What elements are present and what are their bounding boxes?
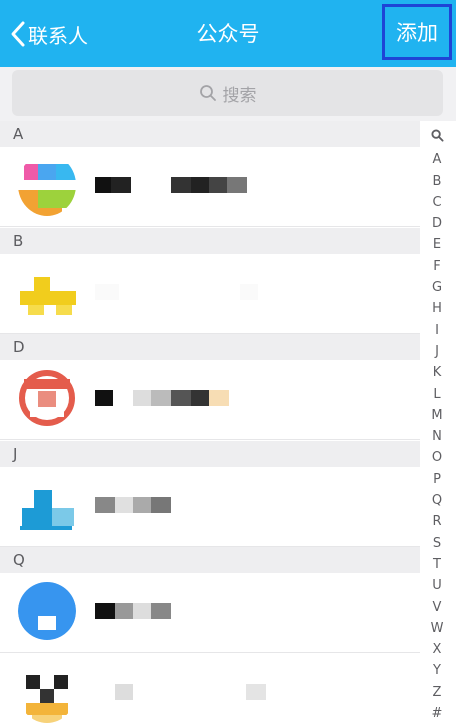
list-item[interactable]: [0, 467, 420, 547]
index-letter[interactable]: G: [431, 277, 444, 298]
avatar: [18, 474, 76, 536]
name-redacted: [95, 177, 111, 193]
search-placeholder: 搜索: [222, 85, 257, 106]
name-redacted: [115, 497, 133, 513]
name-redacted: [240, 284, 258, 300]
index-letter[interactable]: Q: [431, 490, 444, 511]
index-letter[interactable]: F: [431, 256, 444, 277]
avatar: [18, 367, 76, 429]
avatar: [18, 154, 76, 216]
index-letter[interactable]: B: [431, 171, 444, 192]
index-letter[interactable]: M: [431, 405, 444, 426]
avatar: [18, 261, 76, 323]
index-letter[interactable]: T: [431, 554, 444, 575]
list-item[interactable]: [0, 147, 420, 227]
list-item[interactable]: [0, 360, 420, 440]
alphabet-index[interactable]: A B C D E F G H I J K L M N O P Q R S T U V W X Y Z #: [426, 128, 448, 724]
section-header-q: Q: [0, 547, 420, 573]
section-header-j: J: [0, 441, 420, 467]
name-redacted: [191, 177, 209, 193]
name-redacted: [151, 390, 171, 406]
avatar: [18, 580, 76, 642]
name-redacted: [95, 390, 113, 406]
avatar: [18, 661, 76, 723]
index-letter[interactable]: C: [431, 192, 444, 213]
index-letter[interactable]: #: [431, 703, 444, 724]
list-item[interactable]: [0, 654, 420, 727]
name-redacted: [191, 390, 209, 406]
section-header-b: B: [0, 228, 420, 254]
list-item[interactable]: [0, 254, 420, 334]
index-letter[interactable]: S: [431, 533, 444, 554]
add-label: 添加: [396, 21, 438, 45]
index-letter[interactable]: Z: [431, 682, 444, 703]
index-letter[interactable]: X: [431, 639, 444, 660]
name-redacted: [133, 390, 151, 406]
name-redacted: [115, 603, 133, 619]
name-redacted: [151, 603, 171, 619]
name-redacted: [133, 497, 151, 513]
name-redacted: [209, 177, 227, 193]
index-letter[interactable]: L: [431, 384, 444, 405]
search-icon: [199, 85, 216, 101]
section-header-d: D: [0, 334, 420, 360]
index-letter[interactable]: H: [431, 298, 444, 319]
name-redacted: [95, 284, 119, 300]
name-redacted: [111, 177, 131, 193]
title-bar: 联系人 公众号 添加: [0, 0, 456, 67]
name-redacted: [246, 684, 266, 700]
search-input[interactable]: 搜索: [12, 70, 443, 116]
index-letter[interactable]: I: [431, 320, 444, 341]
index-letter[interactable]: V: [431, 597, 444, 618]
search-icon: [430, 129, 444, 142]
name-redacted: [227, 177, 247, 193]
index-letter[interactable]: Y: [431, 660, 444, 681]
index-letter[interactable]: O: [431, 447, 444, 468]
name-redacted: [171, 390, 191, 406]
index-letter[interactable]: R: [431, 511, 444, 532]
add-button[interactable]: 添加: [382, 4, 452, 60]
name-redacted: [115, 684, 133, 700]
name-redacted: [209, 390, 229, 406]
index-letter[interactable]: K: [431, 362, 444, 383]
name-redacted: [133, 603, 151, 619]
section-header-a: A: [0, 121, 420, 147]
index-letter[interactable]: N: [431, 426, 444, 447]
name-redacted: [171, 177, 191, 193]
index-letter[interactable]: J: [431, 341, 444, 362]
list-item[interactable]: [0, 573, 420, 653]
index-search-icon[interactable]: [430, 128, 444, 149]
index-letter[interactable]: W: [431, 618, 444, 639]
search-area: 搜索: [0, 67, 456, 121]
index-letter[interactable]: D: [431, 213, 444, 234]
index-letter[interactable]: E: [431, 234, 444, 255]
name-redacted: [95, 603, 115, 619]
name-redacted: [95, 497, 115, 513]
name-redacted: [151, 497, 171, 513]
index-letter[interactable]: P: [431, 469, 444, 490]
index-letter[interactable]: A: [431, 149, 444, 170]
index-letter[interactable]: U: [431, 575, 444, 596]
